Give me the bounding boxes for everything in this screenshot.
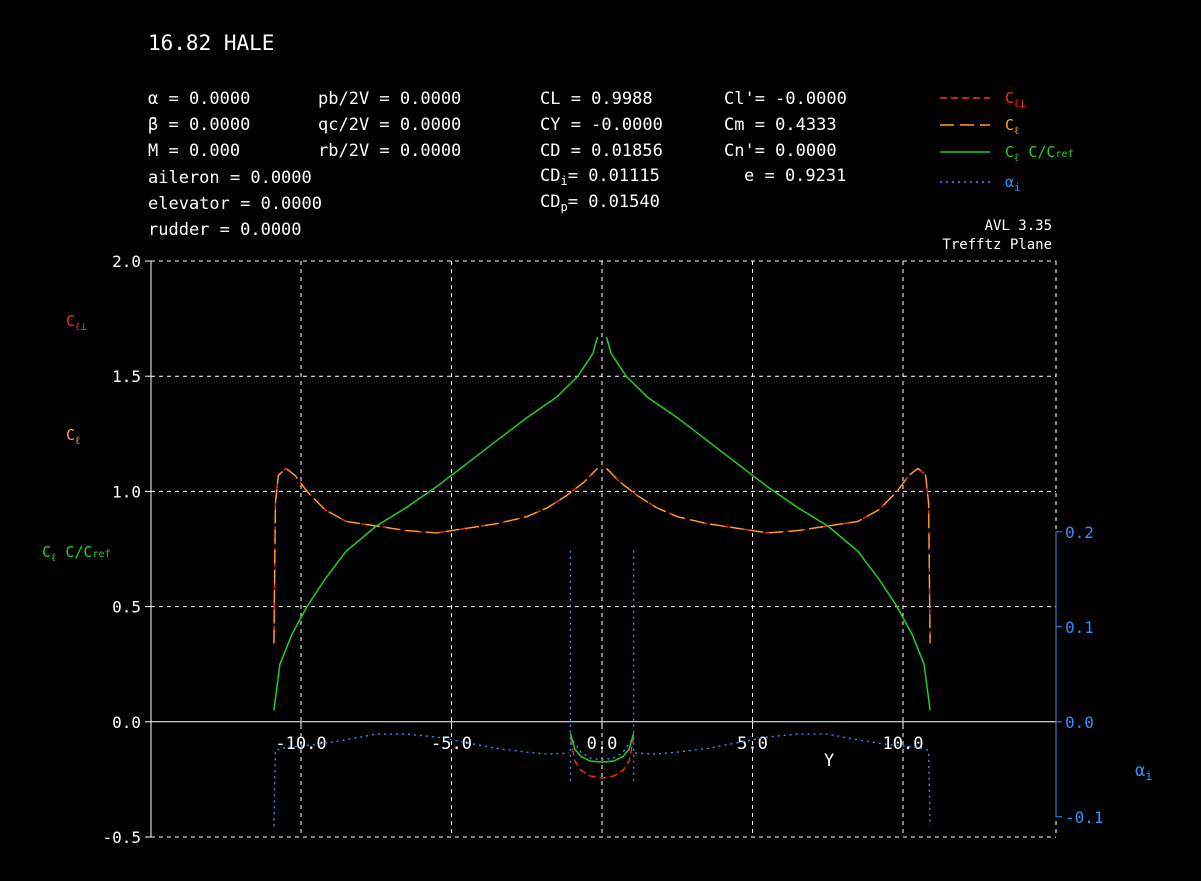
version-label: AVL 3.35 <box>985 218 1052 234</box>
x-tick-label: 10.0 <box>883 734 924 754</box>
param-cl-prime: Cl'= -0.0000 <box>724 89 847 109</box>
param-cdi-label: CD <box>540 166 560 186</box>
param-aileron: aileron = 0.0000 <box>148 168 312 188</box>
param-rudder: rudder = 0.0000 <box>148 220 302 240</box>
y-tick-label: 0.5 <box>112 598 141 617</box>
param-alpha: α = 0.0000 <box>148 89 250 109</box>
param-cdp: CDp= 0.01540 <box>540 192 660 214</box>
trefftz-plot: 16.82 HALE α = 0.0000 β = 0.0000 M = 0.0… <box>42 31 1152 847</box>
x-tick-label: 5.0 <box>737 734 768 754</box>
right-tick-label: 0.0 <box>1065 713 1094 732</box>
x-tick-label: -5.0 <box>431 734 472 754</box>
series-line-cl_perp <box>273 467 598 644</box>
series-line-cl_perp <box>606 467 931 644</box>
y-tick-label: 1.0 <box>112 482 141 501</box>
series-line-cl <box>606 467 931 644</box>
x-tick-label: 0.0 <box>587 734 618 754</box>
param-cm: Cm = 0.4333 <box>724 115 837 135</box>
legend-label-cl_perp: Cℓ⊥ <box>1005 89 1026 110</box>
axis-label-clc: Cℓ C/Cref <box>42 543 111 564</box>
series-line-cl <box>273 467 598 644</box>
param-cdi-value: = 0.01115 <box>568 166 660 186</box>
param-cdi-sub: i <box>560 174 567 188</box>
legend: Cℓ⊥ Cℓ Cℓ C/Cref αi <box>940 89 1074 194</box>
param-elevator: elevator = 0.0000 <box>148 194 322 214</box>
axis-label-cl_perp: Cℓ⊥ <box>66 312 87 333</box>
param-cdp-sub: p <box>560 200 567 214</box>
x-axis-label: Y <box>824 751 834 771</box>
axis-label-alpha_i: αi <box>1135 761 1152 783</box>
right-tick-label: -0.1 <box>1065 808 1104 827</box>
left-axis-labels: Cℓ⊥ Cℓ Cℓ C/Cref αi <box>42 312 1152 783</box>
param-beta: β = 0.0000 <box>148 115 250 135</box>
y-tick-label: 0.0 <box>112 713 141 732</box>
param-cd: CD = 0.01856 <box>540 141 663 161</box>
legend-label-clc: Cℓ C/Cref <box>1005 143 1074 164</box>
right-tick-label: 0.1 <box>1065 618 1094 637</box>
axis-label-cl: Cℓ <box>66 426 80 447</box>
param-cy: CY = -0.0000 <box>540 115 663 135</box>
plane-label: Trefftz Plane <box>942 237 1052 253</box>
y-tick-label: 2.0 <box>112 252 141 271</box>
axes: -0.50.00.51.01.52.0-10.0 -5.0 0.0 5.0 10.0-0… <box>102 252 1103 847</box>
param-cdp-label: CD <box>540 192 560 212</box>
right-tick-label: 0.2 <box>1065 523 1094 542</box>
legend-label-alpha_i: αi <box>1005 173 1021 194</box>
legend-label-cl: Cℓ <box>1005 116 1019 137</box>
param-mach: M = 0.000 <box>148 141 240 161</box>
param-rb2v: rb/2V = 0.0000 <box>318 141 461 161</box>
y-tick-label: -0.5 <box>102 828 141 847</box>
param-pb2v: pb/2V = 0.0000 <box>318 89 461 109</box>
param-e: e = 0.9231 <box>744 166 846 186</box>
param-cn-prime: Cn'= 0.0000 <box>724 141 837 161</box>
param-cdp-value: = 0.01540 <box>568 192 660 212</box>
param-cl: CL = 0.9988 <box>540 89 653 109</box>
param-cdi: CDi= 0.01115 <box>540 166 660 188</box>
series-line-clc <box>273 336 599 711</box>
parameter-block: α = 0.0000 β = 0.0000 M = 0.000 aileron … <box>148 89 847 240</box>
y-tick-label: 1.5 <box>112 367 141 386</box>
plot-title: 16.82 HALE <box>148 31 274 55</box>
series-line-clc <box>605 336 931 711</box>
param-qc2v: qc/2V = 0.0000 <box>318 115 461 135</box>
